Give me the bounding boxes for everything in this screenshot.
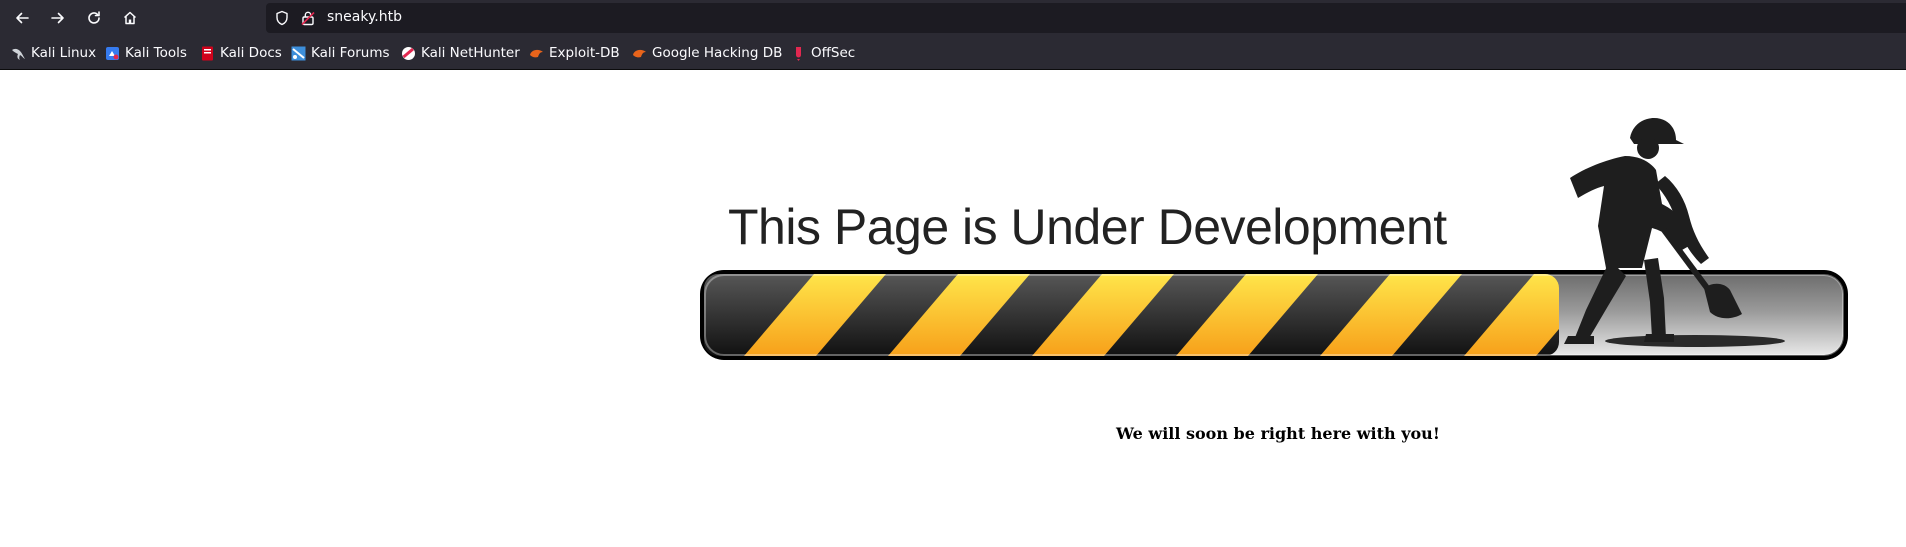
reload-button[interactable]: [79, 3, 109, 33]
bookmark-offsec[interactable]: OffSec: [791, 44, 855, 62]
bookmark-kali-linux[interactable]: Kali Linux: [11, 44, 96, 62]
bookmark-label: Google Hacking DB: [652, 45, 783, 61]
bookmark-label: Kali Linux: [31, 45, 97, 61]
kali-tools-icon: [105, 46, 120, 61]
url-text[interactable]: sneaky.htb: [327, 9, 402, 25]
bookmark-exploit-db[interactable]: Exploit-DB: [529, 44, 620, 62]
bookmark-label: Kali Tools: [125, 45, 187, 61]
bookmark-label: Kali NetHunter: [421, 45, 520, 61]
kali-nethunter-icon: [401, 46, 416, 61]
under-construction-progress-bar: [700, 118, 1848, 360]
arrow-left-icon: [16, 12, 29, 24]
bookmark-label: Kali Forums: [311, 45, 390, 61]
bookmark-google-hacking-db[interactable]: Google Hacking DB: [632, 44, 782, 62]
forward-button[interactable]: [43, 3, 73, 33]
offsec-icon: [791, 46, 806, 61]
bookmark-kali-docs[interactable]: Kali Docs: [200, 44, 282, 62]
exploit-db-icon: [632, 46, 647, 61]
kali-dragon-icon: [11, 46, 26, 61]
kali-forums-icon: [291, 46, 306, 61]
bookmark-kali-nethunter[interactable]: Kali NetHunter: [401, 44, 520, 62]
kali-docs-icon: [200, 46, 215, 61]
bookmark-label: Exploit-DB: [549, 45, 620, 61]
bookmark-kali-forums[interactable]: Kali Forums: [291, 44, 390, 62]
back-button[interactable]: [7, 3, 37, 33]
coming-soon-message: We will soon be right here with you!: [1116, 424, 1440, 443]
address-bar[interactable]: sneaky.htb: [266, 3, 1906, 33]
home-icon: [123, 11, 137, 25]
browser-toolbar: sneaky.htb: [0, 0, 1906, 35]
insecure-lock-icon[interactable]: [300, 10, 316, 26]
tracking-protection-shield-icon[interactable]: [274, 10, 290, 26]
exploit-db-icon: [529, 46, 544, 61]
bookmark-label: OffSec: [811, 45, 856, 61]
home-button[interactable]: [115, 3, 145, 33]
bookmark-label: Kali Docs: [220, 45, 282, 61]
bookmarks-toolbar: Kali Linux Kali Tools Kali Docs Kali For…: [0, 35, 1906, 70]
bookmark-kali-tools[interactable]: Kali Tools: [105, 44, 187, 62]
arrow-right-icon: [51, 12, 64, 24]
reload-icon: [88, 11, 100, 24]
